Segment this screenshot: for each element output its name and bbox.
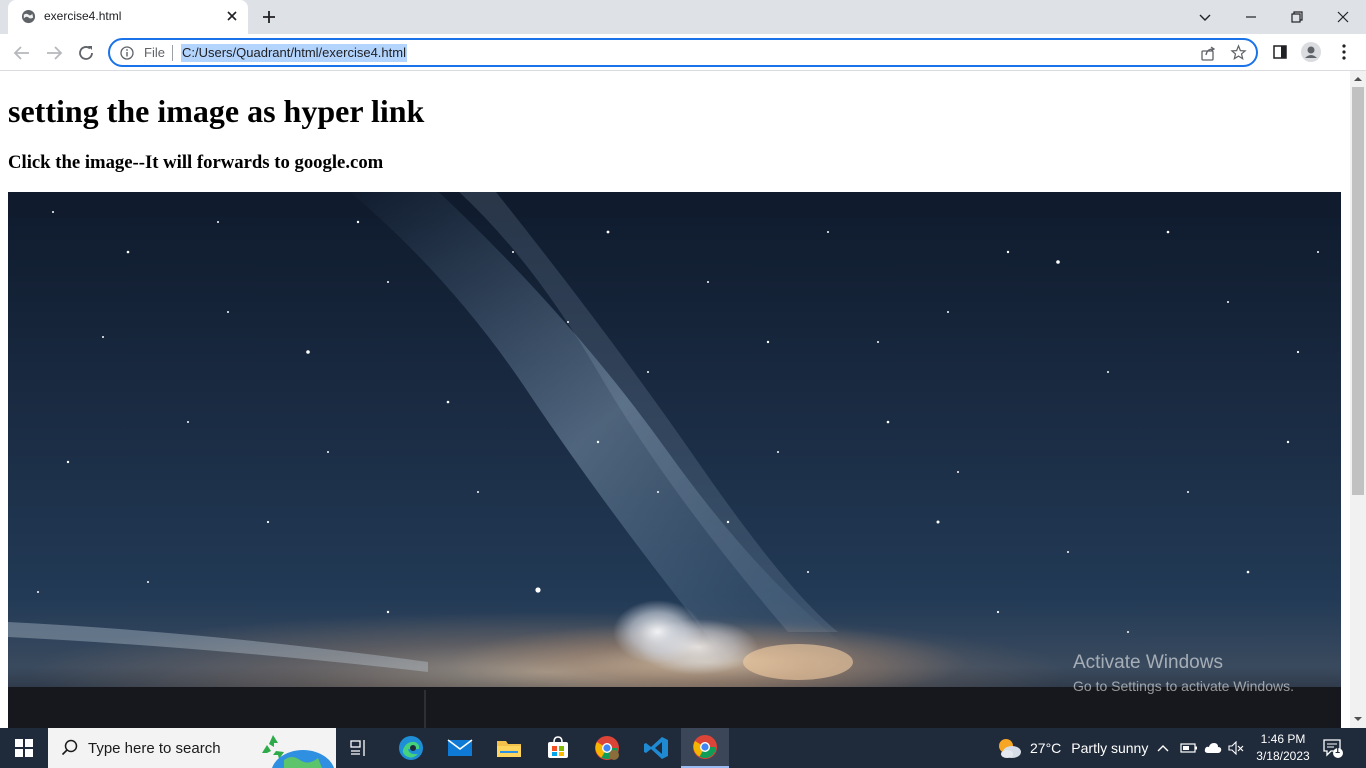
share-icon[interactable] [1200, 45, 1216, 61]
windows-logo-icon [15, 739, 33, 757]
task-view-icon [350, 740, 365, 756]
chevron-down-icon [1199, 14, 1211, 21]
page-subheading: Click the image--It will forwards to goo… [8, 152, 384, 173]
notification-icon [1323, 739, 1343, 758]
address-bar[interactable]: File C:/Users/Quadrant/html/exercise4.ht… [108, 38, 1258, 67]
taskbar-app-store[interactable] [534, 728, 582, 768]
tab-title: exercise4.html [44, 9, 122, 23]
image-hyperlink[interactable] [8, 192, 1341, 728]
browser-tab[interactable]: exercise4.html [8, 0, 248, 34]
night-sky-image [8, 192, 1341, 728]
avatar-icon [1301, 42, 1321, 62]
activate-windows-watermark: Activate Windows Go to Settings to activ… [1073, 652, 1294, 694]
battery-icon [1180, 743, 1197, 753]
watermark-title: Activate Windows [1073, 652, 1223, 673]
taskbar-app-chrome-alt[interactable] [583, 728, 631, 768]
search-icon [61, 739, 78, 756]
side-panel-icon [1273, 45, 1287, 59]
weather-widget[interactable]: 27°C Partly sunny [996, 728, 1148, 768]
taskbar-search-box[interactable]: Type here to search [48, 728, 336, 768]
close-icon [1337, 11, 1349, 23]
address-url[interactable]: C:/Users/Quadrant/html/exercise4.html [181, 44, 407, 62]
minimize-button[interactable] [1228, 0, 1274, 34]
weather-description: Partly sunny [1071, 740, 1149, 756]
page-viewport: setting the image as hyper link Click th… [0, 71, 1350, 728]
scroll-down-arrow-icon[interactable] [1354, 715, 1362, 723]
restore-icon [1291, 11, 1303, 23]
clock-time: 1:46 PM [1260, 732, 1306, 746]
start-button[interactable] [0, 728, 48, 768]
search-placeholder: Type here to search [88, 740, 221, 757]
browser-tabstrip: exercise4.html [0, 0, 1366, 34]
folder-icon [497, 741, 521, 757]
vertical-scrollbar[interactable] [1350, 71, 1366, 728]
address-scheme: File [144, 45, 165, 60]
minimize-icon [1246, 16, 1256, 18]
vscode-icon [644, 737, 668, 759]
chrome-icon [693, 735, 717, 759]
store-icon [548, 736, 568, 758]
battery-indicator[interactable] [1180, 728, 1198, 768]
show-hidden-icons-button[interactable] [1156, 728, 1170, 768]
taskbar-app-file-explorer[interactable] [485, 728, 533, 768]
volume-muted-icon [1228, 741, 1244, 755]
partly-sunny-icon [999, 739, 1021, 758]
arrow-left-icon [13, 46, 29, 60]
arrow-right-icon [47, 46, 63, 60]
volume-indicator[interactable] [1228, 728, 1244, 768]
scrollbar-thumb[interactable] [1352, 87, 1364, 495]
tab-search-button[interactable] [1182, 0, 1228, 34]
reload-button[interactable] [74, 41, 98, 65]
onedrive-indicator[interactable] [1204, 728, 1222, 768]
globe-icon [21, 9, 36, 24]
task-view-button[interactable] [336, 728, 384, 768]
notification-center-button[interactable]: 1 [1322, 728, 1344, 768]
system-clock[interactable]: 1:46 PM 3/18/2023 [1254, 731, 1312, 765]
profile-button[interactable] [1301, 42, 1321, 62]
address-divider [172, 45, 173, 61]
mail-icon [447, 739, 473, 756]
taskbar-app-chrome[interactable] [681, 728, 729, 768]
restore-button[interactable] [1274, 0, 1320, 34]
windows-taskbar: Type here to search 27°C Partly sunny 1:… [0, 728, 1366, 768]
weather-temperature: 27°C [1030, 740, 1062, 756]
back-button[interactable] [10, 41, 34, 65]
browser-toolbar: File C:/Users/Quadrant/html/exercise4.ht… [0, 34, 1366, 71]
taskbar-app-vscode[interactable] [632, 728, 680, 768]
watermark-subtitle: Go to Settings to activate Windows. [1073, 678, 1294, 694]
globe-illustration-icon [272, 750, 334, 768]
chevron-up-icon [1157, 745, 1169, 752]
menu-button[interactable] [1334, 42, 1354, 62]
forward-button[interactable] [42, 41, 66, 65]
side-panel-button[interactable] [1270, 42, 1290, 62]
scroll-up-arrow-icon[interactable] [1354, 75, 1362, 83]
bookmark-star-icon[interactable] [1230, 44, 1247, 61]
info-icon[interactable] [120, 46, 134, 60]
reload-icon [79, 46, 93, 60]
taskbar-app-mail[interactable] [436, 728, 484, 768]
chrome-profile-icon [595, 736, 619, 760]
taskbar-app-edge[interactable] [387, 728, 435, 768]
page-heading: setting the image as hyper link [8, 93, 425, 129]
new-tab-icon[interactable] [260, 8, 278, 26]
close-tab-icon[interactable] [224, 8, 240, 24]
notification-count: 1 [1335, 745, 1341, 755]
close-window-button[interactable] [1320, 0, 1366, 34]
kebab-menu-icon [1342, 44, 1346, 60]
cloud-icon [1204, 743, 1222, 753]
edge-icon [399, 736, 423, 760]
clock-date: 3/18/2023 [1256, 749, 1310, 763]
